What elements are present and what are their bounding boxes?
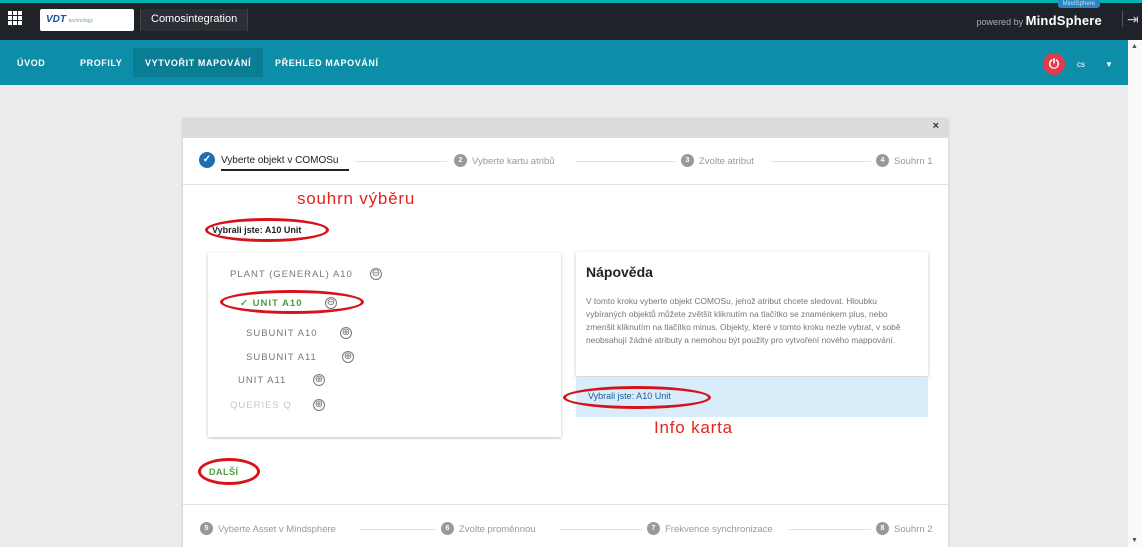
annotation-info-card: Info karta <box>654 418 733 437</box>
powered-by-text: powered by <box>976 17 1024 27</box>
step-8-number: 8 <box>876 522 889 535</box>
tree-item-subunit-a10[interactable]: SUBUNIT A10 <box>246 328 318 339</box>
step-1-check-icon: ✓ <box>199 152 215 168</box>
annotation-ellipse <box>198 458 260 485</box>
tree-item-subunit-a11[interactable]: SUBUNIT A11 <box>246 352 317 363</box>
annotation-ellipse <box>563 386 711 409</box>
step-5-number: 5 <box>200 522 213 535</box>
help-card: Nápověda V tomto kroku vyberte objekt CO… <box>576 252 928 376</box>
mapping-wizard-dialog: × ✓ Vyberte objekt v COMOSu 2 Vyberte ka… <box>183 118 948 547</box>
scrollbar[interactable] <box>1128 40 1142 547</box>
top-bar: VDT technology Comosintegration MindSphe… <box>0 0 1142 40</box>
step-5-label[interactable]: Vyberte Asset v Mindsphere <box>218 524 336 535</box>
step-3-number: 3 <box>681 154 694 167</box>
dialog-header: × <box>183 118 948 138</box>
nav-item-uvod[interactable]: ÚVOD <box>17 58 45 68</box>
tree-item-plant[interactable]: PLANT (GENERAL) A10 <box>230 269 353 280</box>
help-title: Nápověda <box>586 264 653 280</box>
step-7-number: 7 <box>647 522 660 535</box>
divider <box>183 504 948 505</box>
scroll-down-icon[interactable]: ▼ <box>1131 537 1138 544</box>
expand-icon[interactable]: ⊕ <box>340 327 352 339</box>
powered-by: powered by MindSphere <box>977 13 1102 28</box>
step-1-underline <box>221 169 349 171</box>
nav-item-vytvorit-mapovani[interactable]: VYTVOŘIT MAPOVÁNÍ <box>145 58 251 68</box>
step-1-label[interactable]: Vyberte objekt v COMOSu <box>221 155 338 166</box>
stepper-line <box>575 161 675 162</box>
app-grid-icon[interactable] <box>8 11 22 25</box>
step-7-label[interactable]: Frekvence synchronizace <box>665 524 773 535</box>
stepper-line <box>355 161 447 162</box>
step-6-number: 6 <box>441 522 454 535</box>
tree-item-queries: QUERIES Q <box>230 400 292 411</box>
step-3-label[interactable]: Zvolte atribut <box>699 156 754 167</box>
main-nav: ÚVOD PROFILY VYTVOŘIT MAPOVÁNÍ PŘEHLED M… <box>0 40 1142 85</box>
selected-summary: Vybrali jste: A10 Unit <box>212 225 302 235</box>
step-8-label[interactable]: Souhrn 2 <box>894 524 933 535</box>
nav-item-prehled-mapovani[interactable]: PŘEHLED MAPOVÁNÍ <box>275 58 379 68</box>
divider <box>183 184 948 185</box>
expand-icon[interactable]: ⊕ <box>313 399 325 411</box>
collapse-icon[interactable]: ⊖ <box>370 268 382 280</box>
step-4-label[interactable]: Souhrn 1 <box>894 156 933 167</box>
brand-badge: MindSphere <box>1057 0 1100 8</box>
step-4-number: 4 <box>876 154 889 167</box>
nav-item-profily[interactable]: PROFILY <box>80 58 122 68</box>
step-2-label[interactable]: Vyberte kartu atribů <box>472 156 555 167</box>
annotation-summary: souhrn výběru <box>297 189 416 208</box>
step-6-label[interactable]: Zvolte proměnnou <box>459 524 536 535</box>
tree-item-unit-a11[interactable]: UNIT A11 <box>238 375 286 386</box>
stepper-line <box>359 529 436 530</box>
step-2-number: 2 <box>454 154 467 167</box>
stepper-line <box>559 529 642 530</box>
logo-text: VDT <box>46 14 66 25</box>
help-text: V tomto kroku vyberte objekt COMOSu, jeh… <box>586 296 901 345</box>
logo-sub: technology <box>68 18 93 24</box>
expand-icon[interactable]: ⊕ <box>313 374 325 386</box>
company-logo[interactable]: VDT technology <box>40 9 134 31</box>
power-icon[interactable]: ⏻ <box>1043 53 1065 75</box>
stepper-line <box>789 529 871 530</box>
close-icon[interactable]: × <box>933 120 939 132</box>
object-tree-card: PLANT (GENERAL) A10 ⊖ ✓ UNIT A10 ⊖ SUBUN… <box>208 253 561 437</box>
scroll-up-icon[interactable]: ▲ <box>1131 43 1138 50</box>
stepper-line <box>771 161 871 162</box>
app-title[interactable]: Comosintegration <box>140 9 249 31</box>
exit-icon[interactable]: ⇥ <box>1122 11 1139 27</box>
brand-name: MindSphere <box>1025 13 1102 28</box>
language-select[interactable]: cs <box>1077 60 1085 69</box>
expand-icon[interactable]: ⊕ <box>342 351 354 363</box>
chevron-down-icon[interactable]: ▼ <box>1105 60 1113 69</box>
annotation-ellipse <box>220 290 364 314</box>
